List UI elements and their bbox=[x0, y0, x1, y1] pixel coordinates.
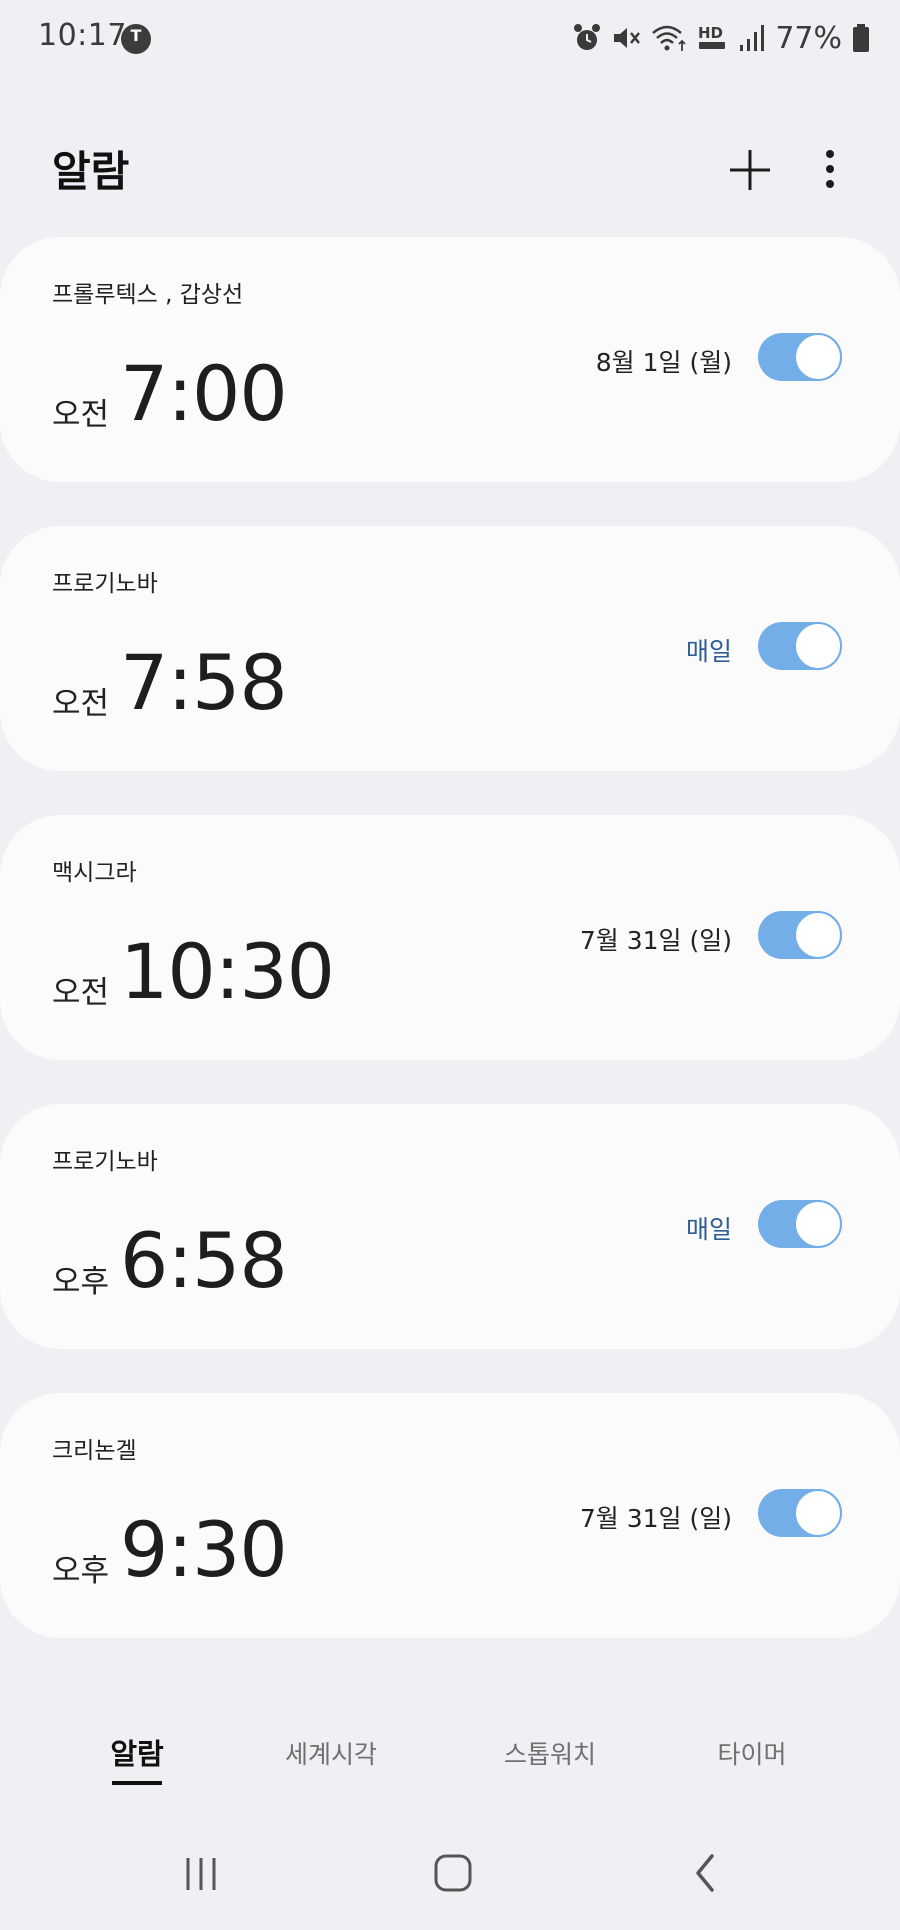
alarm-label: 프로기노바 bbox=[52, 571, 158, 597]
tfree-icon: T bbox=[121, 24, 151, 54]
toggle-knob bbox=[794, 911, 842, 959]
alarm-toggle[interactable] bbox=[758, 333, 842, 381]
tab-stopwatch[interactable]: 스톱워치 bbox=[504, 1735, 596, 1771]
battery-icon bbox=[853, 24, 869, 52]
alarm-repeat: 매일 bbox=[685, 637, 732, 666]
alarm-label: 크리논겔 bbox=[52, 1438, 137, 1464]
alarm-toggle[interactable] bbox=[758, 1489, 842, 1537]
alarm-card[interactable]: 프로기노바 오후 6:58 매일 bbox=[0, 1104, 900, 1349]
more-options-button[interactable] bbox=[800, 140, 860, 200]
alarm-ampm: 오후 bbox=[52, 1264, 110, 1300]
status-icons: HD 77% bbox=[573, 18, 870, 58]
wifi-icon bbox=[652, 25, 686, 51]
tab-alarm[interactable]: 알람 bbox=[110, 1731, 163, 1773]
status-bar: 10:17 T HD 77% bbox=[0, 0, 900, 80]
back-icon bbox=[696, 1854, 714, 1892]
recents-icon bbox=[186, 1858, 216, 1890]
page-title: 알람 bbox=[52, 147, 130, 196]
tab-timer[interactable]: 타이머 bbox=[717, 1735, 786, 1771]
alarm-time: 10:30 bbox=[120, 927, 335, 1016]
alarm-toggle[interactable] bbox=[758, 1200, 842, 1248]
alarm-date: 7월 31일 (일) bbox=[579, 926, 732, 955]
alarm-list: 프롤루텍스 , 갑상선 오전 7:00 8월 1일 (월) 프로기노바 오전 7… bbox=[0, 237, 900, 1682]
add-alarm-button[interactable] bbox=[720, 140, 780, 200]
alarm-toggle[interactable] bbox=[758, 622, 842, 670]
alarm-ampm: 오전 bbox=[52, 686, 110, 722]
signal-icon bbox=[740, 25, 765, 51]
home-button[interactable] bbox=[418, 1840, 488, 1910]
plus-icon bbox=[730, 150, 770, 190]
tab-bar: 알람 세계시각 스톱워치 타이머 bbox=[0, 1735, 900, 1805]
alarm-ampm: 오후 bbox=[52, 1553, 110, 1589]
alarm-time: 7:00 bbox=[120, 349, 288, 438]
recents-button[interactable] bbox=[166, 1840, 236, 1910]
home-icon bbox=[434, 1854, 472, 1892]
hd-voice-icon: HD bbox=[698, 24, 726, 49]
alarm-card[interactable]: 프로기노바 오전 7:58 매일 bbox=[0, 526, 900, 771]
alarm-repeat: 매일 bbox=[685, 1215, 732, 1244]
toggle-knob bbox=[794, 1200, 842, 1248]
back-button[interactable] bbox=[670, 1840, 740, 1910]
battery-percent: 77% bbox=[775, 20, 842, 56]
navigation-bar bbox=[0, 1840, 900, 1920]
alarm-ampm: 오전 bbox=[52, 975, 110, 1011]
alarm-card[interactable]: 크리논겔 오후 9:30 7월 31일 (일) bbox=[0, 1393, 900, 1638]
alarm-label: 프롤루텍스 , 갑상선 bbox=[52, 282, 244, 308]
alarm-icon bbox=[574, 24, 601, 50]
toggle-knob bbox=[794, 1489, 842, 1537]
alarm-date: 8월 1일 (월) bbox=[595, 348, 732, 377]
tab-world-clock[interactable]: 세계시각 bbox=[285, 1735, 377, 1771]
alarm-time: 7:58 bbox=[120, 638, 288, 727]
alarm-label: 프로기노바 bbox=[52, 1149, 158, 1175]
alarm-time: 9:30 bbox=[120, 1505, 288, 1594]
mute-icon bbox=[614, 28, 641, 48]
toggle-knob bbox=[794, 333, 842, 381]
alarm-card[interactable]: 프롤루텍스 , 갑상선 오전 7:00 8월 1일 (월) bbox=[0, 237, 900, 482]
alarm-label: 맥시그라 bbox=[52, 860, 137, 886]
toggle-knob bbox=[794, 622, 842, 670]
active-tab-indicator bbox=[112, 1781, 162, 1785]
status-time: 10:17 bbox=[38, 18, 127, 53]
alarm-date: 7월 31일 (일) bbox=[579, 1504, 732, 1533]
alarm-toggle[interactable] bbox=[758, 911, 842, 959]
alarm-card[interactable]: 맥시그라 오전 10:30 7월 31일 (일) bbox=[0, 815, 900, 1060]
svg-text:HD: HD bbox=[698, 24, 723, 42]
alarm-time: 6:58 bbox=[120, 1216, 288, 1305]
more-vertical-icon bbox=[826, 150, 834, 188]
alarm-ampm: 오전 bbox=[52, 397, 110, 433]
